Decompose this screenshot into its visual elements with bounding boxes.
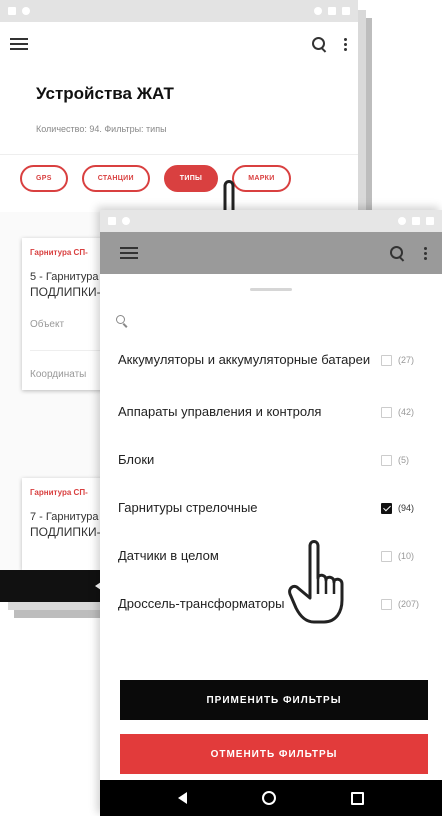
filter-count: (207) xyxy=(398,599,420,609)
filter-row[interactable]: Гарнитуры стрелочные (94) xyxy=(100,484,442,532)
status-bar xyxy=(100,210,442,232)
apply-filters-button[interactable]: ПРИМЕНИТЬ ФИЛЬТРЫ xyxy=(120,680,428,720)
filter-checkbox[interactable] xyxy=(381,502,392,514)
nav-bar xyxy=(100,780,442,816)
back-nav-icon[interactable] xyxy=(177,792,187,804)
filter-count: (94) xyxy=(398,503,415,513)
filter-checkbox[interactable] xyxy=(381,354,392,366)
filter-search[interactable] xyxy=(100,291,442,332)
filter-row[interactable]: Аппараты управления и контроля (42) xyxy=(100,388,442,436)
filter-row[interactable]: Аккумуляторы и аккумуляторные батареи (2… xyxy=(100,332,442,388)
filter-chips: GPS СТАНЦИИ ТИПЫ МАРКИ xyxy=(0,154,358,212)
filter-checkbox[interactable] xyxy=(381,598,392,610)
filter-checkbox[interactable] xyxy=(381,454,392,466)
filter-count: (27) xyxy=(398,355,415,365)
filter-count: (42) xyxy=(398,407,415,417)
chip-gps[interactable]: GPS xyxy=(20,165,68,192)
more-vert-icon[interactable] xyxy=(344,37,348,51)
chip-stations[interactable]: СТАНЦИИ xyxy=(81,165,150,192)
search-icon[interactable] xyxy=(312,37,326,51)
recents-nav-icon[interactable] xyxy=(351,791,365,805)
count-text: Количество: 94. Фильтры: типы xyxy=(36,124,167,134)
filter-screen: Аккумуляторы и аккумуляторные батареи (2… xyxy=(100,210,442,816)
filter-checkbox[interactable] xyxy=(381,406,392,418)
filter-label: Блоки xyxy=(118,452,155,467)
hand-pointer-icon xyxy=(288,540,344,624)
cancel-filters-button[interactable]: ОТМЕНИТЬ ФИЛЬТРЫ xyxy=(120,734,428,774)
home-nav-icon[interactable] xyxy=(261,791,276,805)
app-bar xyxy=(100,232,442,274)
menu-icon[interactable] xyxy=(10,38,28,50)
filter-count: (5) xyxy=(398,455,409,465)
page-title: Устройства ЖАТ xyxy=(36,84,174,103)
filter-row[interactable]: Датчики в целом (10) xyxy=(100,532,442,580)
app-bar xyxy=(0,22,358,66)
filter-label: Аккумуляторы и аккумуляторные батареи xyxy=(118,352,371,367)
menu-icon[interactable] xyxy=(120,247,138,259)
search-icon[interactable] xyxy=(390,246,404,260)
filter-row[interactable]: Блоки (5) xyxy=(100,436,442,484)
filter-label: Гарнитуры стрелочные xyxy=(118,500,258,515)
status-bar xyxy=(0,0,358,22)
filter-row[interactable]: Дроссель-трансформаторы (207) xyxy=(100,580,442,628)
search-icon xyxy=(116,315,127,326)
more-vert-icon[interactable] xyxy=(424,246,428,260)
filter-label: Аппараты управления и контроля xyxy=(118,404,322,419)
filter-count: (10) xyxy=(398,551,415,561)
filter-checkbox[interactable] xyxy=(381,550,392,562)
